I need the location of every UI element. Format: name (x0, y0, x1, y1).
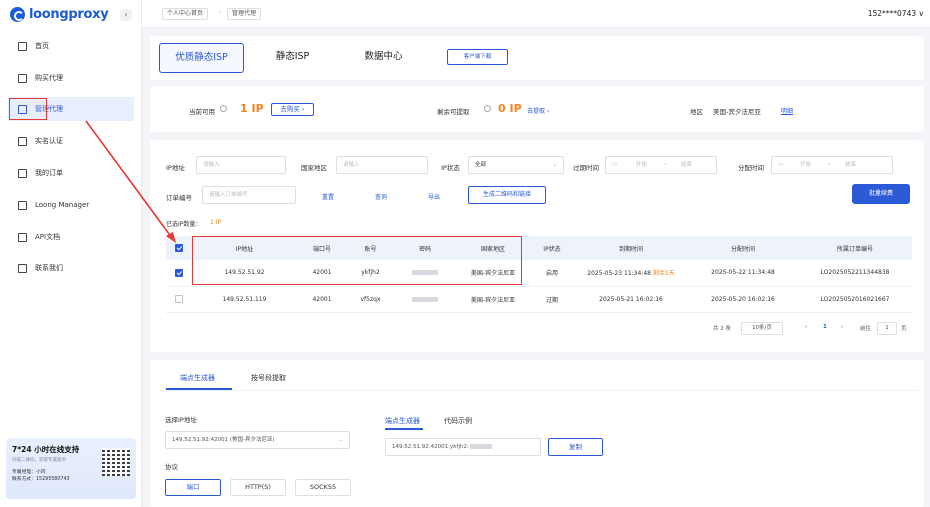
prev-page-button[interactable]: ‹ (805, 324, 807, 330)
page-number-current[interactable]: 1 (823, 324, 827, 330)
tab-endpoint-generator[interactable]: 端点生成器 (180, 373, 215, 383)
goto-label: 前往 (860, 326, 872, 332)
tab-segment-extract[interactable]: 按号段提取 (251, 373, 286, 383)
tab-code-example[interactable]: 代码示例 (444, 416, 472, 426)
masked-password (470, 444, 493, 449)
copy-button[interactable]: 复制 (548, 438, 603, 456)
page-size-select[interactable]: 10条/页 (741, 322, 783, 335)
pagination-total: 共 2 条 (713, 326, 731, 332)
tab-inner-endpoint-generator[interactable]: 端点生成器 (385, 416, 420, 426)
select-ip-label: 选择IP地址 (165, 416, 197, 424)
arrow-line (85, 120, 173, 239)
page-size-value: 10条/页 (752, 325, 772, 331)
select-ip-dropdown[interactable]: 149.52.51.92:42001 (美国-宾夕法尼亚) ⌄ (165, 431, 350, 449)
endpoint-value: 149.52.51.92:42001:ykfjh2: (392, 444, 469, 450)
endpoint-output[interactable]: 149.52.51.92:42001:ykfjh2: (385, 438, 541, 456)
protocol-port-button[interactable]: 端口 (165, 479, 221, 496)
goto-page-input[interactable]: 1 (877, 322, 897, 335)
select-ip-value: 149.52.51.92:42001 (美国-宾夕法尼亚) (172, 437, 275, 443)
next-page-button[interactable]: › (841, 324, 843, 330)
chevron-down-icon: ⌄ (338, 437, 343, 443)
protocol-socks5-button[interactable]: SOCKS5 (295, 479, 351, 496)
protocol-https-button[interactable]: HTTP(S) (230, 479, 286, 496)
protocol-label: 协议 (165, 463, 178, 471)
page-unit-label: 页 (901, 326, 907, 332)
divider (158, 390, 918, 391)
arrow-head (166, 232, 176, 243)
inner-tab-underline (385, 428, 423, 430)
